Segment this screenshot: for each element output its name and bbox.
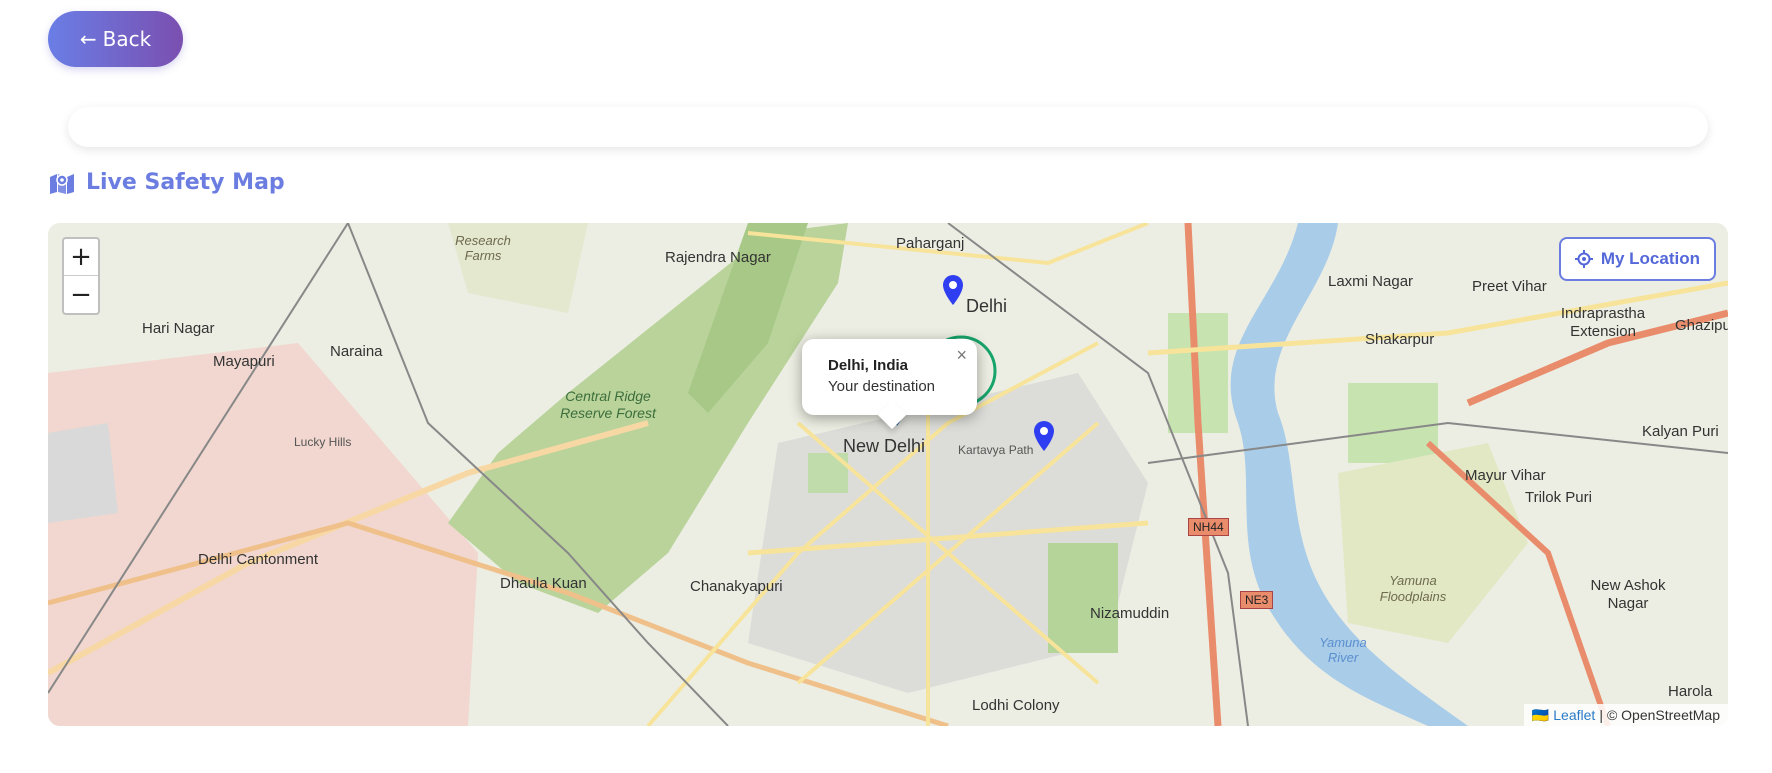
- road-tag-ne3: NE3: [1240, 591, 1274, 609]
- label-mayapuri: Mayapuri: [213, 353, 275, 370]
- label-shakarpur: Shakarpur: [1365, 331, 1435, 348]
- label-kalyan-puri: Kalyan Puri: [1642, 423, 1719, 440]
- map-icon: [50, 173, 74, 194]
- label-kartavya-path: Kartavya Path: [958, 443, 1034, 457]
- my-location-label: My Location: [1600, 249, 1700, 268]
- zoom-out-button[interactable]: −: [64, 276, 98, 313]
- road-tag-nh44: NH44: [1188, 518, 1229, 536]
- popup-close-icon[interactable]: ×: [956, 345, 967, 366]
- destination-popup: Delhi, India Your destination ×: [802, 339, 977, 430]
- label-harola: Harola: [1668, 683, 1713, 700]
- label-new-ashok-nagar: New Ashok Nagar: [1590, 577, 1666, 612]
- label-chanakyapuri: Chanakyapuri: [690, 578, 783, 595]
- section-header: Live Safety Map: [48, 170, 285, 195]
- section-title: Live Safety Map: [86, 170, 285, 195]
- label-paharganj: Paharganj: [896, 235, 965, 252]
- zoom-in-button[interactable]: +: [64, 239, 98, 276]
- label-delhi: Delhi: [966, 296, 1008, 316]
- back-button-label: Back: [102, 27, 152, 51]
- label-preet-vihar: Preet Vihar: [1472, 278, 1547, 295]
- label-new-delhi: New Delhi: [843, 436, 926, 456]
- popup-title: Delhi, India: [828, 357, 909, 374]
- crosshair-icon: [1574, 250, 1593, 268]
- search-bar[interactable]: [68, 107, 1708, 147]
- osm-attribution: © OpenStreetMap: [1606, 707, 1720, 723]
- label-indraprastha-extension: Indraprastha Extension: [1560, 305, 1646, 340]
- label-yamuna-floodplains: Yamuna Floodplains: [1379, 573, 1447, 604]
- back-arrow-icon: ←: [79, 27, 97, 51]
- leaflet-link[interactable]: Leaflet: [1553, 707, 1595, 723]
- live-safety-map[interactable]: Paharganj Rajendra Nagar Delhi Hari Naga…: [48, 223, 1728, 726]
- label-hari-nagar: Hari Nagar: [142, 320, 215, 337]
- label-naraina: Naraina: [330, 343, 383, 360]
- label-delhi-cantonment: Delhi Cantonment: [198, 551, 319, 568]
- label-nizamuddin: Nizamuddin: [1090, 605, 1170, 622]
- label-lodhi-colony: Lodhi Colony: [972, 697, 1060, 714]
- my-location-button[interactable]: My Location: [1558, 237, 1716, 281]
- label-yamuna-river: Yamuna River: [1319, 635, 1367, 665]
- map-attribution: 🇺🇦 Leaflet | © OpenStreetMap: [1523, 704, 1728, 726]
- label-ghazipur: Ghazipur: [1675, 317, 1728, 334]
- label-laxmi-nagar: Laxmi Nagar: [1328, 273, 1414, 290]
- label-research-farms: Research Farms: [455, 233, 511, 263]
- back-button[interactable]: ← Back: [48, 11, 183, 67]
- label-trilok-puri: Trilok Puri: [1525, 489, 1592, 506]
- label-mayur-vihar: Mayur Vihar: [1465, 467, 1546, 484]
- zoom-control: + −: [62, 237, 100, 315]
- label-rajendra-nagar: Rajendra Nagar: [665, 249, 771, 266]
- label-central-ridge-forest: Central Ridge Reserve Forest: [560, 388, 656, 421]
- label-dhaula-kuan: Dhaula Kuan: [500, 575, 587, 592]
- popup-subtitle: Your destination: [828, 378, 936, 395]
- label-lucky-hills: Lucky Hills: [294, 435, 352, 449]
- ukraine-flag-icon: 🇺🇦: [1531, 706, 1550, 723]
- attribution-separator: |: [1599, 707, 1603, 723]
